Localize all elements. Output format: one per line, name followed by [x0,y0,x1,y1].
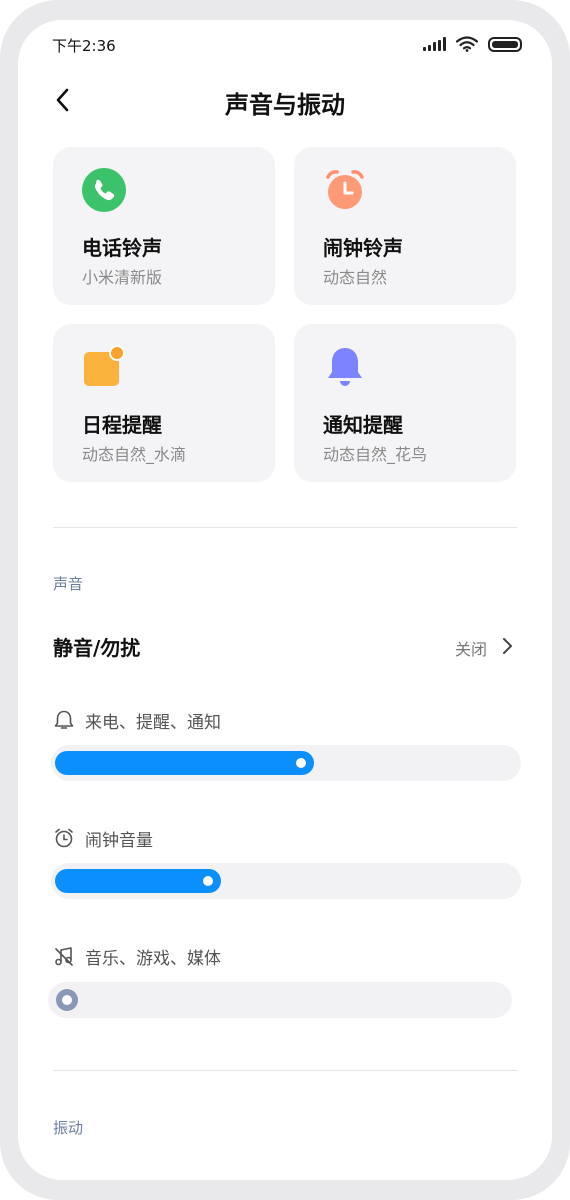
phone-icon [82,168,126,212]
volume-slider-ring[interactable] [51,745,521,781]
bell-icon [328,348,362,386]
card-title: 电话铃声 [82,236,162,260]
card-title: 日程提醒 [82,413,162,437]
card-title: 通知提醒 [323,413,403,437]
music-muted-icon [55,947,73,966]
dnd-row[interactable]: 静音/勿扰 关闭 [53,626,517,666]
signal-icon [423,37,446,51]
card-subtitle: 小米清新版 [82,268,163,287]
divider [53,1070,517,1071]
dnd-value: 关闭 [454,640,487,659]
card-calendar-reminder[interactable]: 日程提醒 动态自然_水滴 [53,324,275,482]
status-time: 下午2:36 [52,37,116,55]
dnd-title: 静音/勿扰 [53,636,141,660]
card-alarm-ringtone[interactable]: 闹钟铃声 动态自然 [294,147,516,305]
page-title: 声音与振动 [225,91,345,119]
slider-thumb[interactable] [296,758,306,768]
slider-thumb[interactable] [203,876,213,886]
calendar-icon [84,345,125,386]
card-subtitle: 动态自然_水滴 [82,445,187,464]
battery-icon [488,36,522,52]
card-subtitle: 动态自然 [323,268,388,287]
device-frame: 下午2:36 声音与振动 电话铃声 小米清新版 闹钟铃声 动态自然 日程提醒 动… [0,0,570,1200]
card-notification[interactable]: 通知提醒 动态自然_花鸟 [294,324,516,482]
slider-fill [55,751,314,775]
card-subtitle: 动态自然_花鸟 [323,445,428,464]
wifi-icon [456,36,478,52]
slider-label-ring: 来电、提醒、通知 [53,707,221,733]
alarm-clock-icon [326,170,364,209]
bell-outline-icon [54,710,74,729]
slider-fill [55,869,221,893]
section-label-vibration: 振动 [53,1119,84,1137]
slider-label-alarm: 闹钟音量 [53,825,153,851]
status-icons [423,36,522,52]
volume-slider-alarm[interactable] [51,863,521,899]
slider-thumb[interactable] [56,989,78,1011]
slider-label-media: 音乐、游戏、媒体 [53,943,221,969]
card-phone-ringtone[interactable]: 电话铃声 小米清新版 [53,147,275,305]
screen: 下午2:36 声音与振动 电话铃声 小米清新版 闹钟铃声 动态自然 日程提醒 动… [18,20,552,1180]
card-title: 闹钟铃声 [323,236,403,260]
status-bar: 下午2:36 [18,20,552,70]
slider-label-text: 闹钟音量 [85,830,153,851]
slider-label-text: 来电、提醒、通知 [85,712,221,733]
volume-slider-media[interactable] [48,982,512,1018]
chevron-right-icon [503,638,512,654]
divider [53,527,517,528]
slider-label-text: 音乐、游戏、媒体 [85,948,221,969]
alarm-outline-icon [55,828,73,848]
section-label-sound: 声音 [53,575,84,593]
header: 声音与振动 [18,78,552,122]
